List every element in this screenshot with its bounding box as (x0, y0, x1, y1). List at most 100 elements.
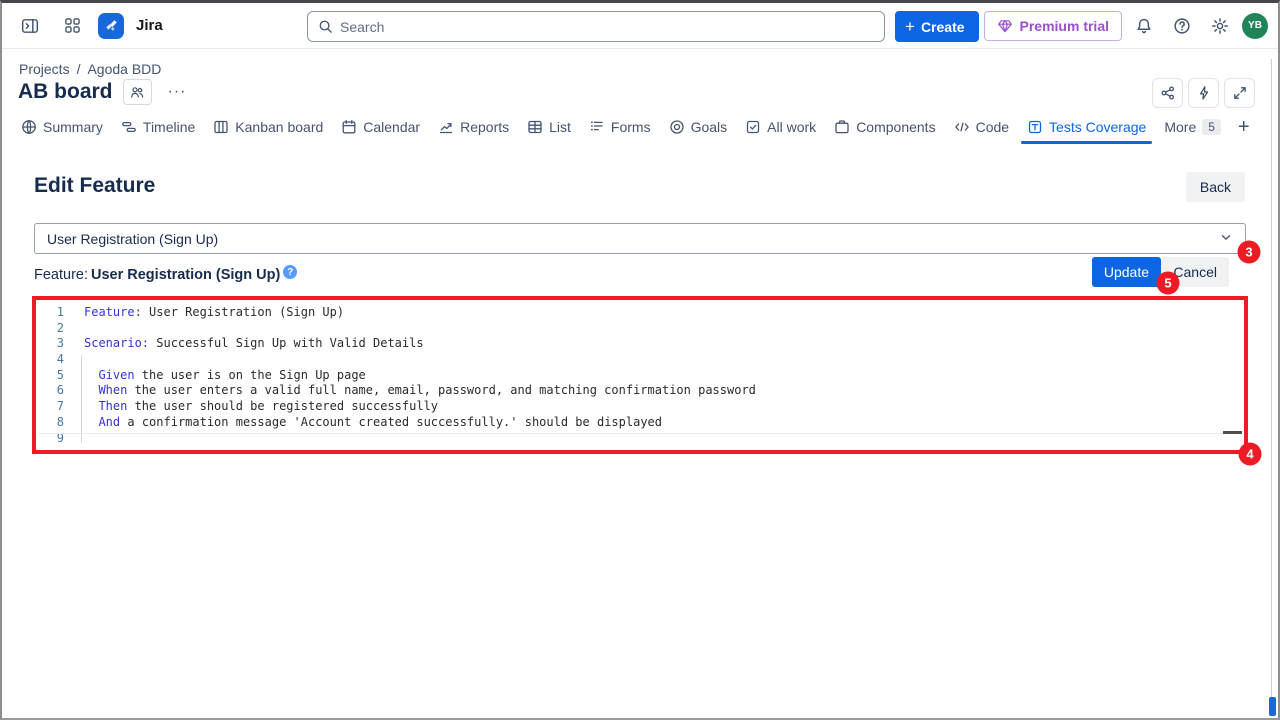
notifications-bell-icon[interactable] (1128, 10, 1160, 42)
globe-icon (21, 119, 37, 135)
feature-help-icon[interactable]: ? (283, 265, 297, 279)
feature-label: Feature: (34, 267, 88, 283)
tab-label: Summary (43, 119, 103, 135)
share-icon[interactable] (1152, 78, 1183, 108)
annotation-badge-4: 4 (1239, 443, 1262, 466)
tab-goals[interactable]: Goals (661, 114, 736, 140)
line-number: 2 (36, 321, 64, 337)
line-number: 5 (36, 368, 64, 384)
board-members-button[interactable] (123, 79, 152, 105)
create-button[interactable]: + Create (895, 11, 979, 42)
list-icon (527, 119, 543, 135)
tab-reports[interactable]: Reports (430, 114, 517, 140)
line-number: 7 (36, 399, 64, 415)
browser-window: Jira + Create Premium trial (0, 0, 1280, 720)
tab-label: Reports (460, 119, 509, 135)
components-icon (834, 119, 850, 135)
line-number: 3 (36, 336, 64, 352)
back-button[interactable]: Back (1186, 172, 1245, 202)
tab-list[interactable]: List (519, 114, 579, 140)
code-text: And a confirmation message 'Account crea… (64, 415, 662, 431)
editor-scrollbar-thumb[interactable] (1223, 431, 1242, 434)
line-number: 8 (36, 415, 64, 431)
tab-more[interactable]: More 5 (1156, 114, 1229, 140)
tab-summary[interactable]: Summary (13, 114, 111, 140)
breadcrumb: Projects / Agoda BDD (19, 61, 161, 77)
code-text (64, 321, 84, 337)
search-input[interactable] (340, 19, 874, 35)
page-scrollbar-track (1271, 59, 1272, 714)
reports-icon (438, 119, 454, 135)
sidebar-toggle-icon[interactable] (14, 10, 46, 42)
tab-components[interactable]: Components (826, 114, 943, 140)
board-title-row: AB board ··· (18, 79, 192, 105)
chevron-down-icon (1219, 230, 1233, 247)
search-bar[interactable] (307, 11, 885, 42)
update-button[interactable]: Update (1092, 257, 1161, 287)
line-number: 4 (36, 352, 64, 368)
code-line: 4 (36, 352, 1244, 368)
code-line: 6 When the user enters a valid full name… (36, 383, 1244, 399)
annotation-rectangle: 1Feature: User Registration (Sign Up)23S… (32, 296, 1248, 454)
tab-label: List (549, 119, 571, 135)
tab-label: Components (856, 119, 935, 135)
line-number: 1 (36, 305, 64, 321)
goals-icon (669, 119, 685, 135)
search-icon (318, 19, 333, 34)
tab-label: All work (767, 119, 816, 135)
feature-code-editor[interactable]: 1Feature: User Registration (Sign Up)23S… (36, 300, 1244, 450)
tab-all-work[interactable]: All work (737, 114, 824, 140)
code-text: Feature: User Registration (Sign Up) (64, 305, 344, 321)
plus-icon: + (905, 18, 915, 35)
gem-icon (997, 18, 1013, 34)
code-text: Scenario: Successful Sign Up with Valid … (64, 336, 424, 352)
tab-label: Timeline (143, 119, 195, 135)
fullscreen-expand-icon[interactable] (1224, 78, 1255, 108)
forms-icon (589, 119, 605, 135)
line-number: 6 (36, 383, 64, 399)
tab-calendar[interactable]: Calendar (333, 114, 428, 140)
premium-trial-button[interactable]: Premium trial (984, 11, 1122, 41)
board-toolbar (1152, 78, 1255, 108)
automation-lightning-icon[interactable] (1188, 78, 1219, 108)
breadcrumb-separator: / (77, 61, 81, 77)
code-line: 5 Given the user is on the Sign Up page (36, 368, 1244, 384)
page-title: AB board (18, 80, 113, 104)
board-icon (213, 119, 229, 135)
edit-feature-heading: Edit Feature (34, 174, 155, 198)
code-line: 7 Then the user should be registered suc… (36, 399, 1244, 415)
feature-name-line: Feature: User Registration (Sign Up) ? (34, 267, 297, 283)
code-text: Given the user is on the Sign Up page (64, 368, 366, 384)
tab-kanban-board[interactable]: Kanban board (205, 114, 331, 140)
code-line: 2 (36, 321, 1244, 337)
topbar-left-group: Jira (14, 3, 163, 48)
top-navigation-bar: Jira + Create Premium trial (2, 3, 1278, 49)
page-scrollbar-thumb[interactable] (1269, 697, 1276, 716)
people-icon (129, 84, 145, 100)
feature-select-dropdown[interactable]: User Registration (Sign Up) (34, 223, 1246, 254)
timeline-icon (121, 119, 137, 135)
board-tab-bar: Summary Timeline Kanban boardCalendar Repor… (12, 112, 1262, 142)
settings-gear-icon[interactable] (1204, 10, 1236, 42)
help-icon[interactable] (1166, 10, 1198, 42)
user-avatar[interactable]: YB (1242, 13, 1268, 39)
breadcrumb-projects[interactable]: Projects (19, 61, 70, 77)
breadcrumb-project-name[interactable]: Agoda BDD (87, 61, 161, 77)
app-switcher-icon[interactable] (56, 10, 88, 42)
add-tab-button[interactable]: + (1230, 116, 1258, 139)
tab-forms[interactable]: Forms (581, 114, 659, 140)
code-line: 3Scenario: Successful Sign Up with Valid… (36, 336, 1244, 352)
tab-timeline[interactable]: Timeline (113, 114, 203, 140)
jira-logo[interactable] (98, 13, 124, 39)
tab-tests-coverage[interactable]: Tests Coverage (1019, 114, 1154, 140)
code-text: Then the user should be registered succe… (64, 399, 438, 415)
feature-name: User Registration (Sign Up) (91, 267, 280, 283)
tab-code[interactable]: Code (946, 114, 1017, 140)
code-icon (954, 119, 970, 135)
board-more-actions-button[interactable]: ··· (162, 81, 193, 103)
editor-scroll-divider (38, 433, 1242, 434)
code-line: 8 And a confirmation message 'Account cr… (36, 415, 1244, 431)
more-count-badge: 5 (1202, 119, 1221, 135)
feature-select-value: User Registration (Sign Up) (47, 231, 218, 247)
tab-label: Goals (691, 119, 728, 135)
